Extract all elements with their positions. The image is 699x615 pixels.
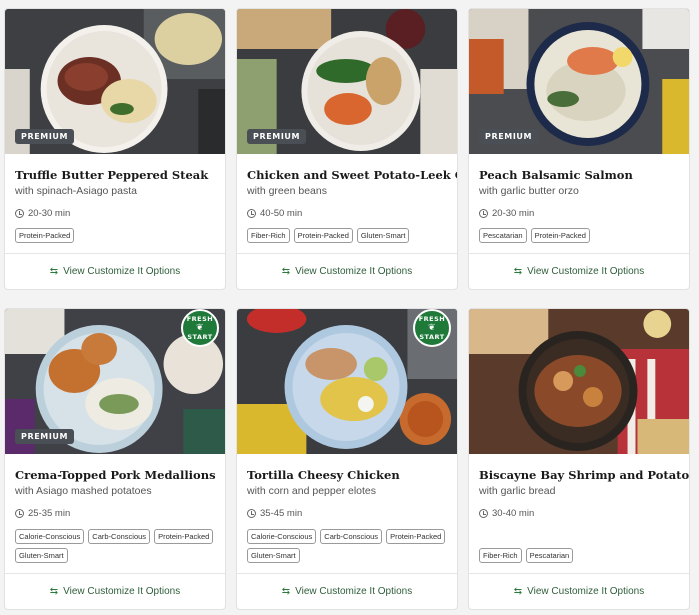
recipe-title[interactable]: Chicken and Sweet Potato-Leek Gratin <box>247 168 457 182</box>
cook-time-label: 40-50 min <box>260 208 303 219</box>
tag: Fiber-Rich <box>247 228 290 243</box>
tag: Gluten-Smart <box>356 228 410 243</box>
cook-time: 25-35 min <box>15 508 215 519</box>
tag: Protein-Packed <box>386 529 446 544</box>
tag: Gluten-Smart <box>15 548 68 563</box>
recipe-photo[interactable]: PREMIUM <box>237 9 457 154</box>
tag: Protein-Packed <box>154 529 214 544</box>
tag: Calorie-Conscious <box>247 529 317 544</box>
recipe-subtitle: with green beans <box>247 185 327 197</box>
leaf-icon: ❦ <box>427 322 437 333</box>
premium-badge: PREMIUM <box>247 129 307 144</box>
tag: Pescatarian <box>525 548 574 563</box>
swap-arrows-icon: ⇆ <box>281 585 291 597</box>
tag: Protein-Packed <box>15 228 75 243</box>
recipe-title[interactable]: Peach Balsamic Salmon <box>479 168 679 182</box>
clock-icon <box>479 509 488 518</box>
tag: Fiber-Rich <box>479 548 522 563</box>
clock-icon <box>247 209 256 218</box>
tag: Carb-Conscious <box>88 529 151 544</box>
swap-arrows-icon: ⇆ <box>513 585 523 597</box>
customize-options-link[interactable]: ⇆ View Customize It Options <box>5 573 225 609</box>
recipe-title[interactable]: Biscayne Bay Shrimp and Potatoes <box>479 468 689 482</box>
recipe-subtitle: with Asiago mashed potatoes <box>15 485 152 497</box>
cook-time: 40-50 min <box>247 208 447 219</box>
cook-time: 20-30 min <box>15 208 215 219</box>
customize-options-label: View Customize It Options <box>63 586 181 597</box>
recipe-card[interactable]: Biscayne Bay Shrimp and Potatoes with ga… <box>468 308 690 610</box>
tag-list: Fiber-Rich Pescatarian <box>479 548 679 563</box>
cook-time: 35-45 min <box>247 508 447 519</box>
recipe-subtitle: with corn and pepper elotes <box>247 485 376 497</box>
swap-arrows-icon: ⇆ <box>513 265 523 277</box>
customize-options-link[interactable]: ⇆ View Customize It Options <box>469 253 689 289</box>
customize-options-link[interactable]: ⇆ View Customize It Options <box>237 573 457 609</box>
recipe-card[interactable]: PREMIUM Peach Balsamic Salmon with garli… <box>468 8 690 290</box>
tag: Carb-Conscious <box>320 529 383 544</box>
cook-time-label: 25-35 min <box>28 508 71 519</box>
swap-arrows-icon: ⇆ <box>49 265 59 277</box>
recipe-grid: PREMIUM Truffle Butter Peppered Steak wi… <box>4 8 690 610</box>
cook-time-label: 35-45 min <box>260 508 303 519</box>
recipe-subtitle: with garlic butter orzo <box>479 185 579 197</box>
cook-time-label: 30-40 min <box>492 508 535 519</box>
tag-list: Protein-Packed <box>15 228 215 243</box>
fresh-start-badge: FRESH ❦ START <box>413 309 451 347</box>
tag: Protein-Packed <box>530 228 590 243</box>
customize-options-link[interactable]: ⇆ View Customize It Options <box>469 573 689 609</box>
premium-badge: PREMIUM <box>479 129 539 144</box>
recipe-title[interactable]: Truffle Butter Peppered Steak <box>15 168 215 182</box>
customize-options-label: View Customize It Options <box>295 266 413 277</box>
customize-options-label: View Customize It Options <box>295 586 413 597</box>
tag-list: Calorie-Conscious Carb-Conscious Protein… <box>15 529 215 563</box>
tag: Pescatarian <box>479 228 527 243</box>
fresh-start-badge: FRESH ❦ START <box>181 309 219 347</box>
tag: Calorie-Conscious <box>15 529 85 544</box>
recipe-card[interactable]: FRESH ❦ START Tortilla Cheesy Chicken wi… <box>236 308 458 610</box>
recipe-subtitle: with garlic bread <box>479 485 556 497</box>
clock-icon <box>479 209 488 218</box>
tag-list: Pescatarian Protein-Packed <box>479 228 679 243</box>
swap-arrows-icon: ⇆ <box>49 585 59 597</box>
customize-options-link[interactable]: ⇆ View Customize It Options <box>237 253 457 289</box>
customize-options-label: View Customize It Options <box>63 266 181 277</box>
leaf-icon: ❦ <box>195 322 205 333</box>
recipe-card[interactable]: PREMIUM FRESH ❦ START Crema-Topped Pork … <box>4 308 226 610</box>
customize-options-label: View Customize It Options <box>527 586 645 597</box>
recipe-photo[interactable] <box>469 309 689 454</box>
tag-list: Fiber-Rich Protein-Packed Gluten-Smart <box>247 228 447 243</box>
recipe-photo[interactable]: FRESH ❦ START <box>237 309 457 454</box>
premium-badge: PREMIUM <box>15 129 75 144</box>
recipe-subtitle: with spinach-Asiago pasta <box>15 185 137 197</box>
cook-time: 20-30 min <box>479 208 679 219</box>
recipe-photo[interactable]: PREMIUM <box>469 9 689 154</box>
recipe-title[interactable]: Crema-Topped Pork Medallions <box>15 468 216 482</box>
cook-time-label: 20-30 min <box>492 208 535 219</box>
recipe-title[interactable]: Tortilla Cheesy Chicken <box>247 468 447 482</box>
cook-time-label: 20-30 min <box>28 208 71 219</box>
tag-list: Calorie-Conscious Carb-Conscious Protein… <box>247 529 447 563</box>
clock-icon <box>15 209 24 218</box>
clock-icon <box>15 509 24 518</box>
premium-badge: PREMIUM <box>15 429 75 444</box>
tag: Protein-Packed <box>293 228 353 243</box>
recipe-photo[interactable]: PREMIUM <box>5 9 225 154</box>
cook-time: 30-40 min <box>479 508 679 519</box>
recipe-photo[interactable]: PREMIUM FRESH ❦ START <box>5 309 225 454</box>
tag: Gluten-Smart <box>247 548 300 563</box>
recipe-card[interactable]: PREMIUM Truffle Butter Peppered Steak wi… <box>4 8 226 290</box>
swap-arrows-icon: ⇆ <box>281 265 291 277</box>
customize-options-link[interactable]: ⇆ View Customize It Options <box>5 253 225 289</box>
customize-options-label: View Customize It Options <box>527 266 645 277</box>
recipe-card[interactable]: PREMIUM Chicken and Sweet Potato-Leek Gr… <box>236 8 458 290</box>
clock-icon <box>247 509 256 518</box>
